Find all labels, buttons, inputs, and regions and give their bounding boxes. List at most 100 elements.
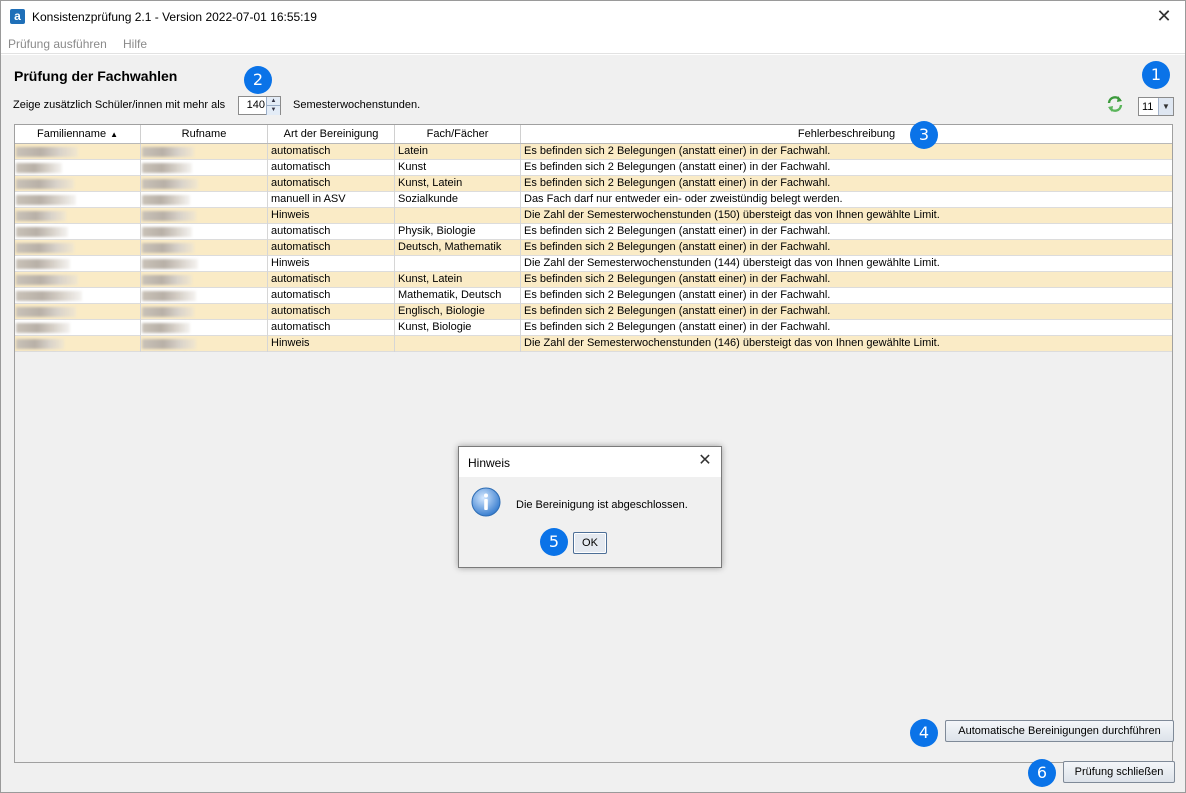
cell-fehler: Es befinden sich 2 Belegungen (anstatt e… (524, 241, 831, 253)
font-size-value: 11 (1142, 101, 1154, 113)
cell-art: automatisch (268, 304, 395, 320)
table-row[interactable]: automatisch Mathematik, Deutsch Es befinde… (15, 288, 1172, 304)
table-row[interactable]: Hinweis Die Zahl der Semesterwochenstunde… (15, 336, 1172, 352)
cell-fehler: Die Zahl der Semesterwochenstunden (146)… (524, 337, 940, 349)
cell-fach: Kunst, Biologie (395, 320, 521, 336)
cell-familienname (15, 176, 141, 192)
chevron-down-icon[interactable]: ▼ (1158, 98, 1173, 115)
cell-art: automatisch (268, 176, 395, 192)
auto-clean-button[interactable]: Automatische Bereinigungen durchführen (945, 720, 1174, 742)
table-row[interactable]: automatisch Latein Es befinden sich 2 Bele… (15, 144, 1172, 160)
cell-art: automatisch (268, 288, 395, 304)
hours-option-label: Zeige zusätzlich Schüler/innen mit mehr … (13, 99, 226, 111)
cell-familienname (15, 320, 141, 336)
cell-fach (395, 208, 521, 224)
cell-rufname (141, 144, 268, 160)
app-window: a Konsistenzprüfung 2.1 - Version 2022-0… (0, 0, 1186, 793)
cell-art: Hinweis (268, 336, 395, 352)
redacted-name (142, 323, 190, 333)
cell-familienname (15, 304, 141, 320)
table-row[interactable]: automatisch Kunst, Latein Es befinden sich… (15, 176, 1172, 192)
dialog-close-button[interactable]: ✕ (695, 451, 715, 471)
font-size-select[interactable]: 11 ▼ (1138, 97, 1174, 116)
cell-art: Hinweis (268, 256, 395, 272)
redacted-name (16, 275, 78, 285)
redacted-name (16, 259, 70, 269)
column-header-familienname[interactable]: Familienname ▲ (15, 125, 141, 143)
cell-art: automatisch (268, 320, 395, 336)
cell-art: automatisch (268, 224, 395, 240)
cell-rufname (141, 176, 268, 192)
table-row[interactable]: automatisch Kunst Es befinden sich 2 Beleg… (15, 160, 1172, 176)
cell-familienname (15, 208, 141, 224)
table-row[interactable]: automatisch Physik, Biologie Es befinden s… (15, 224, 1172, 240)
cell-art: Hinweis (268, 208, 395, 224)
table-row[interactable]: automatisch Deutsch, Mathematik Es befinde… (15, 240, 1172, 256)
cell-fehler: Das Fach darf nur entweder ein- oder zwe… (524, 193, 843, 205)
close-check-button[interactable]: Prüfung schließen (1063, 761, 1175, 783)
cell-fach: Englisch, Biologie (395, 304, 521, 320)
cell-rufname (141, 224, 268, 240)
results-table[interactable]: Familienname ▲ Rufname Art der Bereinigun… (14, 124, 1173, 763)
hours-unit-label: Semesterwochenstunden. (293, 99, 421, 111)
cell-rufname (141, 304, 268, 320)
info-dialog: Hinweis ✕ Die Bereinigung ist abgeschlos… (458, 446, 722, 568)
cell-rufname (141, 320, 268, 336)
redacted-name (16, 195, 76, 205)
column-header-rufname[interactable]: Rufname (141, 125, 268, 143)
cell-fehler: Es befinden sich 2 Belegungen (anstatt e… (524, 177, 831, 189)
redacted-name (142, 275, 192, 285)
cell-fach: Mathematik, Deutsch (395, 288, 521, 304)
spinner-up-icon[interactable]: ▲ (266, 97, 280, 106)
table-row[interactable]: automatisch Englisch, Biologie Es befinden… (15, 304, 1172, 320)
cell-art: automatisch (268, 144, 395, 160)
cell-fach (395, 256, 521, 272)
callout-3: 3 (910, 121, 938, 149)
cell-fehler: Es befinden sich 2 Belegungen (anstatt e… (524, 225, 831, 237)
refresh-icon[interactable] (1106, 95, 1124, 113)
redacted-name (142, 259, 198, 269)
table-header: Familienname ▲ Rufname Art der Bereinigun… (15, 125, 1172, 144)
hours-spinner[interactable]: 140 ▲ ▼ (238, 96, 281, 115)
menu-bar: Prüfung ausführen Hilfe (1, 34, 1185, 54)
table-row[interactable]: Hinweis Die Zahl der Semesterwochenstunde… (15, 256, 1172, 272)
cell-fehler: Es befinden sich 2 Belegungen (anstatt e… (524, 289, 831, 301)
table-row[interactable]: automatisch Kunst, Latein Es befinden sich… (15, 272, 1172, 288)
ok-button[interactable]: OK (573, 532, 607, 554)
cell-fach: Sozialkunde (395, 192, 521, 208)
menu-pruefung-ausfuehren[interactable]: Prüfung ausführen (8, 37, 107, 51)
column-header-art[interactable]: Art der Bereinigung (268, 125, 395, 143)
cell-familienname (15, 240, 141, 256)
menu-hilfe[interactable]: Hilfe (123, 37, 147, 51)
cell-rufname (141, 192, 268, 208)
redacted-name (142, 195, 190, 205)
column-header-fehlerbeschreibung[interactable]: Fehlerbeschreibung (521, 125, 1172, 143)
redacted-name (16, 147, 78, 157)
cell-fach: Latein (395, 144, 521, 160)
cell-fach: Kunst (395, 160, 521, 176)
page-title: Prüfung der Fachwahlen (14, 68, 178, 84)
cell-fach (395, 336, 521, 352)
sort-ascending-icon: ▲ (110, 130, 118, 139)
hours-spinner-value[interactable]: 140 (239, 99, 265, 111)
app-icon: a (10, 9, 25, 24)
redacted-name (16, 163, 62, 173)
column-header-fach[interactable]: Fach/Fächer (395, 125, 521, 143)
cell-rufname (141, 336, 268, 352)
table-row[interactable]: manuell in ASV Sozialkunde Das Fach darf n… (15, 192, 1172, 208)
dialog-message: Die Bereinigung ist abgeschlossen. (516, 499, 688, 511)
table-row[interactable]: automatisch Kunst, Biologie Es befinden si… (15, 320, 1172, 336)
dialog-title-bar: Hinweis ✕ (459, 447, 721, 477)
redacted-name (16, 323, 70, 333)
cell-fehler: Es befinden sich 2 Belegungen (anstatt e… (524, 321, 831, 333)
cell-familienname (15, 160, 141, 176)
cell-fach: Kunst, Latein (395, 272, 521, 288)
main-panel: Prüfung der Fachwahlen Zeige zusätzlich … (1, 55, 1185, 792)
table-row[interactable]: Hinweis Die Zahl der Semesterwochenstunde… (15, 208, 1172, 224)
redacted-name (16, 243, 74, 253)
cell-fehler: Es befinden sich 2 Belegungen (anstatt e… (524, 273, 831, 285)
info-icon (471, 487, 501, 517)
spinner-down-icon[interactable]: ▼ (266, 106, 280, 115)
window-close-button[interactable]: ✕ (1153, 6, 1175, 28)
cell-fehler: Es befinden sich 2 Belegungen (anstatt e… (524, 145, 831, 157)
